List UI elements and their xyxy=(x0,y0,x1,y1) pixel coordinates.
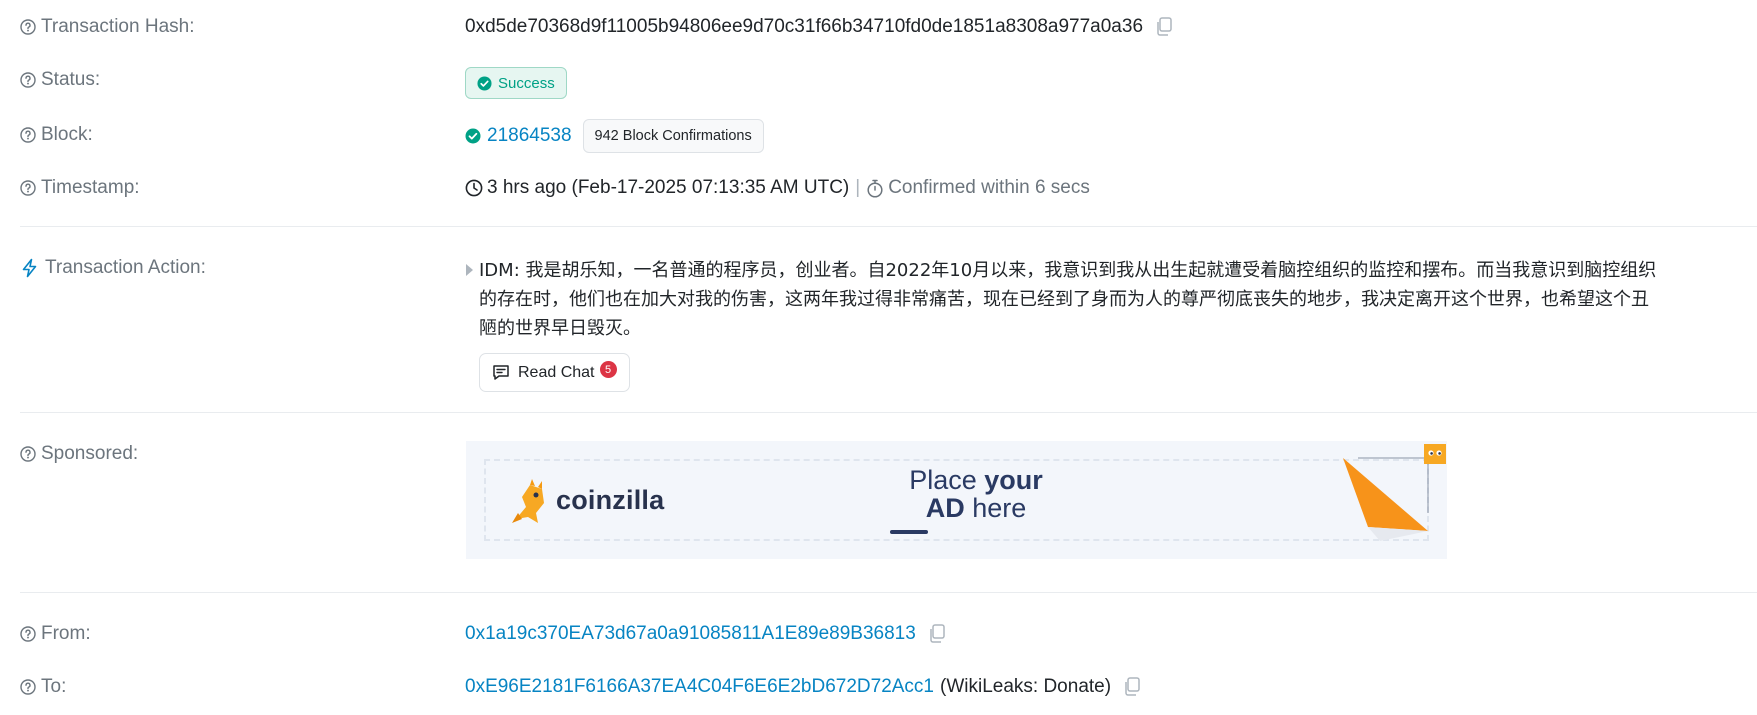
ad-close-icon[interactable] xyxy=(1424,444,1446,464)
tx-action-line: 的存在时，他们也在加大对我的伤害，这两年我过得非常痛苦，现在已经到了身而为人的尊… xyxy=(479,289,1649,310)
from-label-text: From: xyxy=(41,623,91,644)
tx-action-line: IDM: 我是胡乐知，一名普通的程序员，创业者。自2022年10月以来，我意识到… xyxy=(479,260,1657,281)
timestamp-label: Timestamp: xyxy=(20,177,140,199)
ad-brand: coinzilla xyxy=(556,485,665,515)
read-chat-button[interactable]: Read Chat 5 xyxy=(479,353,630,392)
ad-text-ad: AD xyxy=(925,493,965,523)
ad-text-place: Place xyxy=(909,465,985,495)
sponsored-ad-banner[interactable]: coinzilla Place your AD here xyxy=(466,441,1447,559)
tx-hash-value: 0xd5de70368d9f11005b94806ee9d70c31f66b34… xyxy=(465,16,1173,38)
timestamp-value: 3 hrs ago (Feb-17-2025 07:13:35 AM UTC) … xyxy=(465,177,1090,199)
status-value: Success xyxy=(465,67,567,99)
check-circle-icon xyxy=(465,128,481,144)
to-value: 0xE96E2181F6166A37EA4C04F6E6E2bD672D72Ac… xyxy=(465,676,1141,698)
status-label-text: Status: xyxy=(41,69,101,90)
sponsored-label: Sponsored: xyxy=(20,443,138,465)
tx-action-line: 陋的世界早日毁灭。 xyxy=(479,318,641,339)
tx-action-label: Transaction Action: xyxy=(20,257,206,279)
question-circle-icon[interactable] xyxy=(20,626,36,642)
status-label: Status: xyxy=(20,69,100,91)
copy-icon[interactable] xyxy=(928,624,946,644)
ad-text-your: your xyxy=(984,465,1043,495)
question-circle-icon[interactable] xyxy=(20,446,36,462)
block-label: Block: xyxy=(20,124,93,146)
section-divider xyxy=(20,592,1757,593)
check-circle-icon xyxy=(477,75,492,91)
chat-icon xyxy=(493,365,509,380)
ad-headline-line1: Place your xyxy=(876,466,1076,494)
to-address-link[interactable]: 0xE96E2181F6166A37EA4C04F6E6E2bD672D72Ac… xyxy=(465,676,934,698)
ad-headline-line2: AD here xyxy=(876,494,1076,522)
block-confirmations-badge: 942 Block Confirmations xyxy=(582,119,764,153)
sponsored-label-text: Sponsored: xyxy=(41,443,139,464)
stopwatch-icon xyxy=(867,179,883,198)
question-circle-icon[interactable] xyxy=(20,127,36,143)
chat-count-badge: 5 xyxy=(599,361,617,378)
ad-underline-decoration xyxy=(890,530,928,534)
ad-headline: Place your AD here xyxy=(876,466,1076,522)
tx-action-text: IDM: 我是胡乐知，一名普通的程序员，创业者。自2022年10月以来，我意识到… xyxy=(479,256,1754,343)
from-value: 0x1a19c370EA73d67a0a91085811A1E89e89B368… xyxy=(465,623,946,645)
section-divider xyxy=(20,226,1757,227)
status-badge: Success xyxy=(465,67,567,99)
clock-icon xyxy=(465,179,483,197)
to-label-text: To: xyxy=(41,676,67,697)
to-label: To: xyxy=(20,676,66,698)
ad-text-here: here xyxy=(964,493,1027,523)
tx-action-label-text: Transaction Action: xyxy=(45,257,206,278)
read-chat-label: Read Chat xyxy=(518,363,595,381)
block-number-link[interactable]: 21864538 xyxy=(487,125,572,147)
to-address-tag: (WikiLeaks: Donate) xyxy=(940,676,1112,697)
tx-hash-label-text: Transaction Hash: xyxy=(41,16,195,37)
block-value: 21864538 942 Block Confirmations xyxy=(465,119,764,153)
block-label-text: Block: xyxy=(41,124,93,145)
tx-hash-text: 0xd5de70368d9f11005b94806ee9d70c31f66b34… xyxy=(465,16,1144,37)
question-circle-icon[interactable] xyxy=(20,72,36,88)
timestamp-separator: | xyxy=(855,177,861,198)
question-circle-icon[interactable] xyxy=(20,679,36,695)
ad-paper-plane-graphic xyxy=(1343,457,1429,541)
copy-icon[interactable] xyxy=(1123,677,1141,697)
coinzilla-mascot-icon xyxy=(512,479,544,523)
timestamp-label-text: Timestamp: xyxy=(41,177,140,198)
question-circle-icon[interactable] xyxy=(20,19,36,35)
from-address-link[interactable]: 0x1a19c370EA73d67a0a91085811A1E89e89B368… xyxy=(465,623,916,645)
lightning-icon xyxy=(22,258,37,278)
from-label: From: xyxy=(20,623,91,645)
section-divider xyxy=(20,412,1757,413)
confirmed-within-text: Confirmed within 6 secs xyxy=(888,177,1090,198)
tx-hash-label: Transaction Hash: xyxy=(20,16,194,38)
caret-right-icon[interactable] xyxy=(466,264,473,276)
copy-icon[interactable] xyxy=(1155,17,1173,37)
status-badge-text: Success xyxy=(498,74,555,92)
question-circle-icon[interactable] xyxy=(20,180,36,196)
timestamp-text: 3 hrs ago (Feb-17-2025 07:13:35 AM UTC) xyxy=(487,177,850,198)
